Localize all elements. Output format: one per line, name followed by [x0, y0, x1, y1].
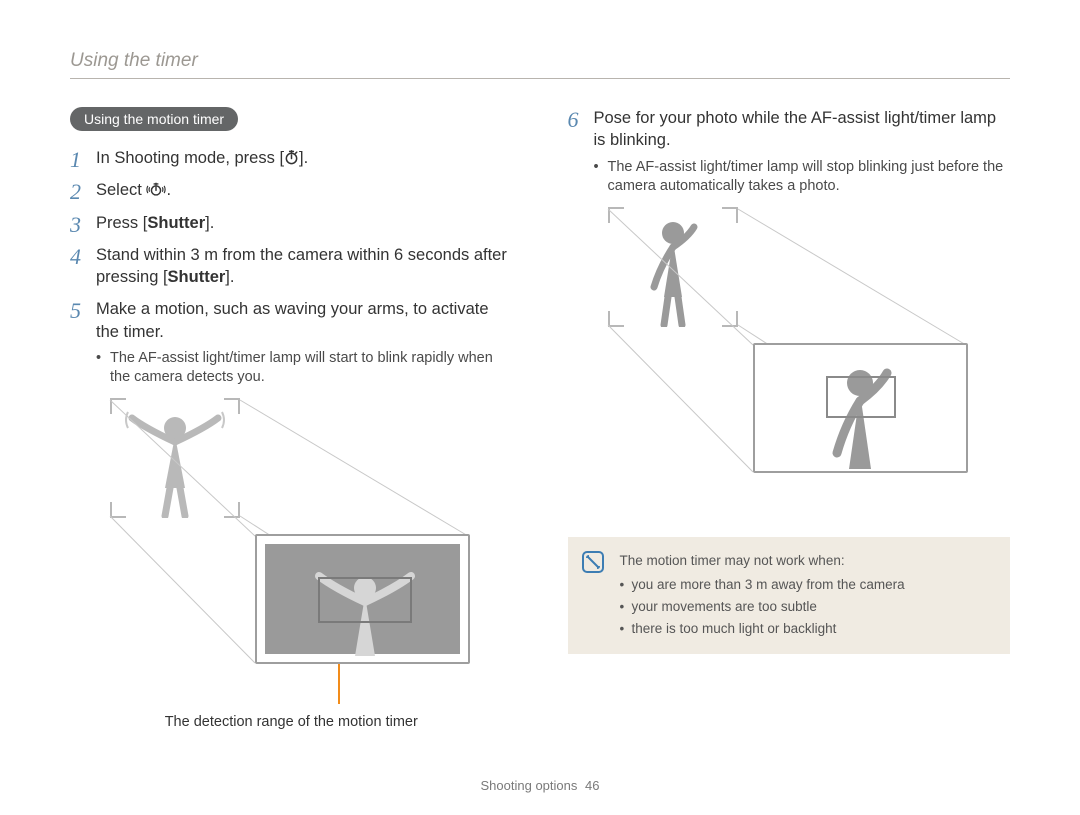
steps-list-left: In Shooting mode, press []. Select . Press…	[70, 147, 513, 388]
note-item: your movements are too subtle	[620, 597, 995, 617]
page-title: Using the timer	[70, 50, 1010, 72]
note-icon	[582, 551, 604, 579]
illustration-left	[70, 398, 513, 708]
step-sub-bullets: The AF-assist light/timer lamp will stop…	[594, 158, 1011, 197]
page-footer: Shooting options 46	[0, 778, 1080, 793]
note-lead: The motion timer may not work when:	[620, 551, 995, 571]
note-items: you are more than 3 m away from the came…	[620, 575, 995, 640]
step-sub-bullet: The AF-assist light/timer lamp will star…	[96, 349, 513, 388]
step-item: Select .	[70, 179, 513, 201]
camera-lcd	[255, 534, 470, 664]
step-text: Pose for your photo while the AF-assist …	[594, 109, 997, 149]
section-heading: Using the motion timer	[70, 107, 238, 131]
step-item: Make a motion, such as waving your arms,…	[70, 298, 513, 388]
step-item: In Shooting mode, press [].	[70, 147, 513, 169]
content-columns: Using the motion timer In Shooting mode,…	[70, 107, 1010, 730]
step-text: Select .	[96, 181, 171, 199]
person-posing-lcd-icon	[755, 345, 966, 471]
camera-lcd-right	[753, 343, 968, 473]
step-sub-bullets: The AF-assist light/timer lamp will star…	[96, 349, 513, 388]
left-column: Using the motion timer In Shooting mode,…	[70, 107, 513, 730]
timer-icon	[284, 149, 299, 167]
step-item: Press [Shutter].	[70, 212, 513, 234]
footer-page-number: 46	[585, 778, 599, 793]
person-waving-lcd-icon	[265, 544, 464, 658]
step-text: Press [Shutter].	[96, 214, 214, 232]
note-box: The motion timer may not work when: you …	[568, 537, 1011, 654]
note-item: there is too much light or backlight	[620, 619, 995, 639]
steps-list-right: Pose for your photo while the AF-assist …	[568, 107, 1011, 197]
step-text: Stand within 3 m from the camera within …	[96, 246, 507, 286]
illustration-right	[568, 207, 1011, 517]
step-text: Make a motion, such as waving your arms,…	[96, 300, 489, 340]
motion-timer-icon	[146, 181, 166, 199]
footer-section: Shooting options	[481, 778, 578, 793]
illustration-caption: The detection range of the motion timer	[70, 714, 513, 730]
step-item: Stand within 3 m from the camera within …	[70, 244, 513, 289]
step-sub-bullet: The AF-assist light/timer lamp will stop…	[594, 158, 1011, 197]
step-text: In Shooting mode, press [].	[96, 149, 308, 167]
note-item: you are more than 3 m away from the came…	[620, 575, 995, 595]
callout-line	[338, 664, 340, 704]
right-column: Pose for your photo while the AF-assist …	[568, 107, 1011, 730]
title-divider	[70, 78, 1010, 79]
step-item: Pose for your photo while the AF-assist …	[568, 107, 1011, 197]
